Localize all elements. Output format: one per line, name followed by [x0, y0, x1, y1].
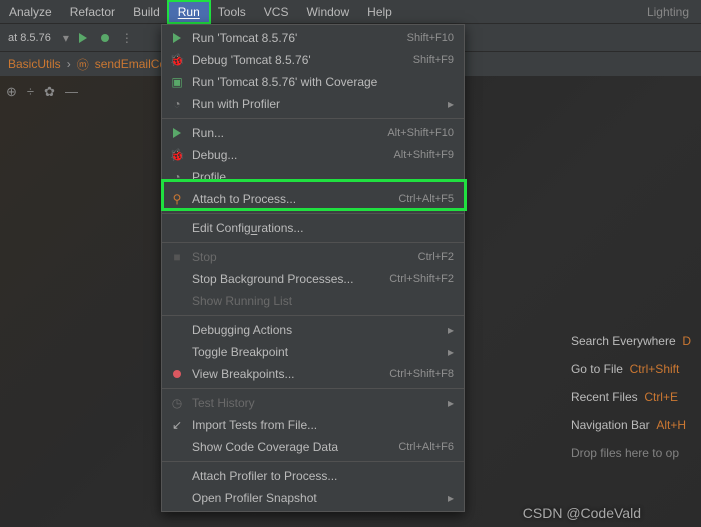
- watermark: CSDN @CodeVald: [523, 505, 641, 521]
- tip-shortcut: Ctrl+E: [644, 390, 678, 404]
- chevron-right-icon: ▸: [448, 345, 454, 359]
- menu-analyze[interactable]: Analyze: [0, 2, 61, 22]
- separator: [162, 118, 464, 119]
- divide-icon[interactable]: ÷: [27, 84, 34, 100]
- menu-window[interactable]: Window: [297, 2, 358, 22]
- menu-run-coverage[interactable]: ▣Run 'Tomcat 8.5.76' with Coverage: [162, 71, 464, 93]
- menu-run-config[interactable]: Run 'Tomcat 8.5.76'Shift+F10: [162, 27, 464, 49]
- clock-icon: ◷: [168, 396, 186, 410]
- stop-icon: ■: [168, 250, 186, 264]
- tip-shortcut: Ctrl+Shift: [630, 362, 680, 376]
- tool-icons: ⊕ ÷ ✿ —: [6, 84, 78, 100]
- import-icon: ↙: [168, 418, 186, 432]
- more-icon[interactable]: ⋮: [119, 30, 135, 46]
- menu-tools[interactable]: Tools: [209, 2, 255, 22]
- debug-icon[interactable]: [97, 30, 113, 46]
- menu-test-history: ◷Test History▸: [162, 392, 464, 414]
- chevron-right-icon: ›: [67, 57, 71, 71]
- dash-icon[interactable]: —: [65, 84, 78, 100]
- menu-edit-configurations[interactable]: Edit Configurations...: [162, 217, 464, 239]
- menu-view-breakpoints[interactable]: View Breakpoints...Ctrl+Shift+F8: [162, 363, 464, 385]
- menu-toggle-breakpoint[interactable]: Toggle Breakpoint▸: [162, 341, 464, 363]
- separator: [162, 242, 464, 243]
- coverage-icon: ▣: [168, 75, 186, 89]
- method-icon: ⓜ: [77, 56, 89, 73]
- menu-open-snapshot[interactable]: Open Profiler Snapshot▸: [162, 487, 464, 509]
- target-icon[interactable]: ⊕: [6, 84, 17, 100]
- attach-icon: ⚲: [168, 192, 186, 206]
- play-icon: [168, 128, 186, 138]
- tip-search: Search Everywhere: [571, 334, 676, 348]
- tip-shortcut: D: [682, 334, 691, 348]
- menu-run[interactable]: Run: [169, 2, 209, 22]
- menu-profile-ellipsis[interactable]: ◔Profile...: [162, 166, 464, 188]
- menu-stop-bg[interactable]: Stop Background Processes...Ctrl+Shift+F…: [162, 268, 464, 290]
- app-name: Lighting: [635, 2, 701, 22]
- menu-stop: ■StopCtrl+F2: [162, 246, 464, 268]
- menu-attach-process[interactable]: ⚲Attach to Process...Ctrl+Alt+F5: [162, 188, 464, 210]
- run-menu-dropdown: Run 'Tomcat 8.5.76'Shift+F10 🐞Debug 'Tom…: [161, 24, 465, 512]
- menu-run-profiler[interactable]: ◔Run with Profiler▸: [162, 93, 464, 115]
- gear-icon[interactable]: ✿: [44, 84, 55, 100]
- menu-help[interactable]: Help: [358, 2, 401, 22]
- gauge-icon: ◔: [168, 97, 186, 111]
- menu-debug-config[interactable]: 🐞Debug 'Tomcat 8.5.76'Shift+F9: [162, 49, 464, 71]
- bug-icon: 🐞: [168, 148, 186, 162]
- tip-shortcut: Alt+H: [656, 418, 686, 432]
- bug-icon: 🐞: [168, 53, 186, 67]
- breadcrumb-method[interactable]: sendEmailCo: [95, 57, 166, 71]
- gauge-icon: ◔: [168, 170, 186, 184]
- separator: [162, 213, 464, 214]
- tip-navbar: Navigation Bar: [571, 418, 650, 432]
- menu-run-ellipsis[interactable]: Run...Alt+Shift+F10: [162, 122, 464, 144]
- tip-recent: Recent Files: [571, 390, 638, 404]
- separator: [162, 461, 464, 462]
- dropdown-arrow-icon[interactable]: ▾: [63, 31, 69, 45]
- menu-attach-profiler[interactable]: Attach Profiler to Process...: [162, 465, 464, 487]
- run-icon[interactable]: [75, 30, 91, 46]
- breakpoint-icon: [168, 369, 186, 379]
- menu-show-running: Show Running List: [162, 290, 464, 312]
- separator: [162, 315, 464, 316]
- menu-coverage-data[interactable]: Show Code Coverage DataCtrl+Alt+F6: [162, 436, 464, 458]
- chevron-right-icon: ▸: [448, 97, 454, 111]
- run-config-label[interactable]: at 8.5.76: [8, 32, 51, 44]
- menu-import-tests[interactable]: ↙Import Tests from File...: [162, 414, 464, 436]
- breadcrumb-class[interactable]: BasicUtils: [8, 57, 61, 71]
- tip-drop: Drop files here to op: [571, 446, 679, 460]
- play-icon: [168, 33, 186, 43]
- menubar: Analyze Refactor Build Run Tools VCS Win…: [0, 0, 701, 24]
- separator: [162, 388, 464, 389]
- menu-vcs[interactable]: VCS: [255, 2, 298, 22]
- chevron-right-icon: ▸: [448, 323, 454, 337]
- tips-panel: Search Everywhere D Go to File Ctrl+Shif…: [571, 334, 691, 474]
- menu-debug-ellipsis[interactable]: 🐞Debug...Alt+Shift+F9: [162, 144, 464, 166]
- menu-refactor[interactable]: Refactor: [61, 2, 124, 22]
- tip-goto: Go to File: [571, 362, 623, 376]
- menu-debugging-actions[interactable]: Debugging Actions▸: [162, 319, 464, 341]
- chevron-right-icon: ▸: [448, 396, 454, 410]
- chevron-right-icon: ▸: [448, 491, 454, 505]
- menu-build[interactable]: Build: [124, 2, 169, 22]
